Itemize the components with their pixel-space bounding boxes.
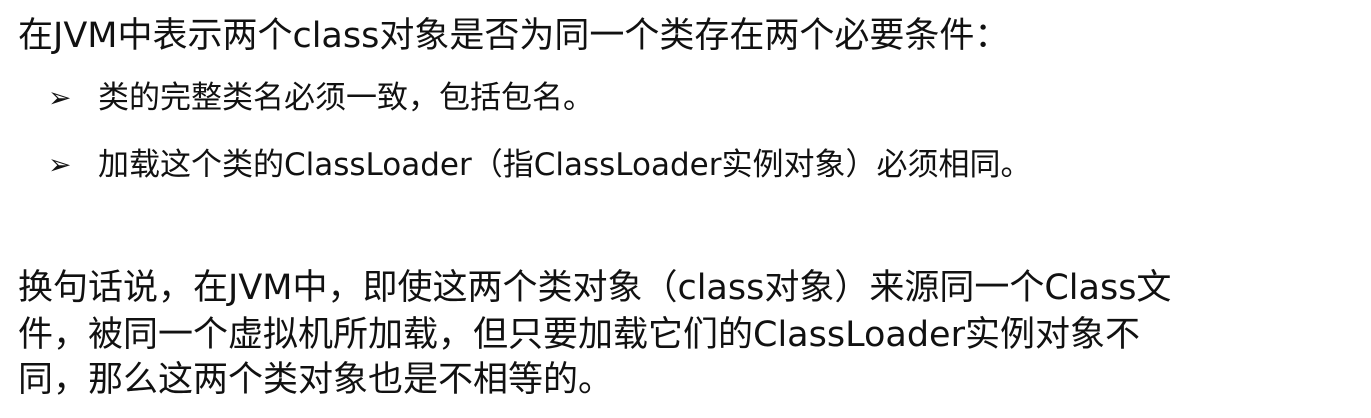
intro-text: 在JVM中表示两个class对象是否为同一个类存在两个必要条件： — [18, 16, 1010, 56]
bullet-text-class-name: 类的完整类名必须一致，包括包名。 — [98, 80, 594, 116]
bullet-text-classloader: 加载这个类的ClassLoader（指ClassLoader实例对象）必须相同。 — [98, 147, 1032, 183]
bullet-item-class-name: ➢ 类的完整类名必须一致，包括包名。 — [48, 78, 594, 119]
paragraph-line-3: 同，那么这两个类对象也是不相等的。 — [18, 360, 614, 400]
bullet-item-classloader: ➢ 加载这个类的ClassLoader（指ClassLoader实例对象）必须相同… — [48, 145, 1031, 186]
bullet-arrow-icon: ➢ — [48, 148, 72, 181]
bullet-arrow-icon: ➢ — [48, 81, 72, 114]
paragraph-line-1: 换句话说，在JVM中，即使这两个类对象（class对象）来源同一个Class文 — [18, 268, 1172, 308]
paragraph-line-2: 件，被同一个虚拟机所加载，但只要加载它们的ClassLoader实例对象不 — [18, 315, 1140, 355]
document-page: 在JVM中表示两个class对象是否为同一个类存在两个必要条件： ➢ 类的完整类名… — [0, 0, 1371, 418]
